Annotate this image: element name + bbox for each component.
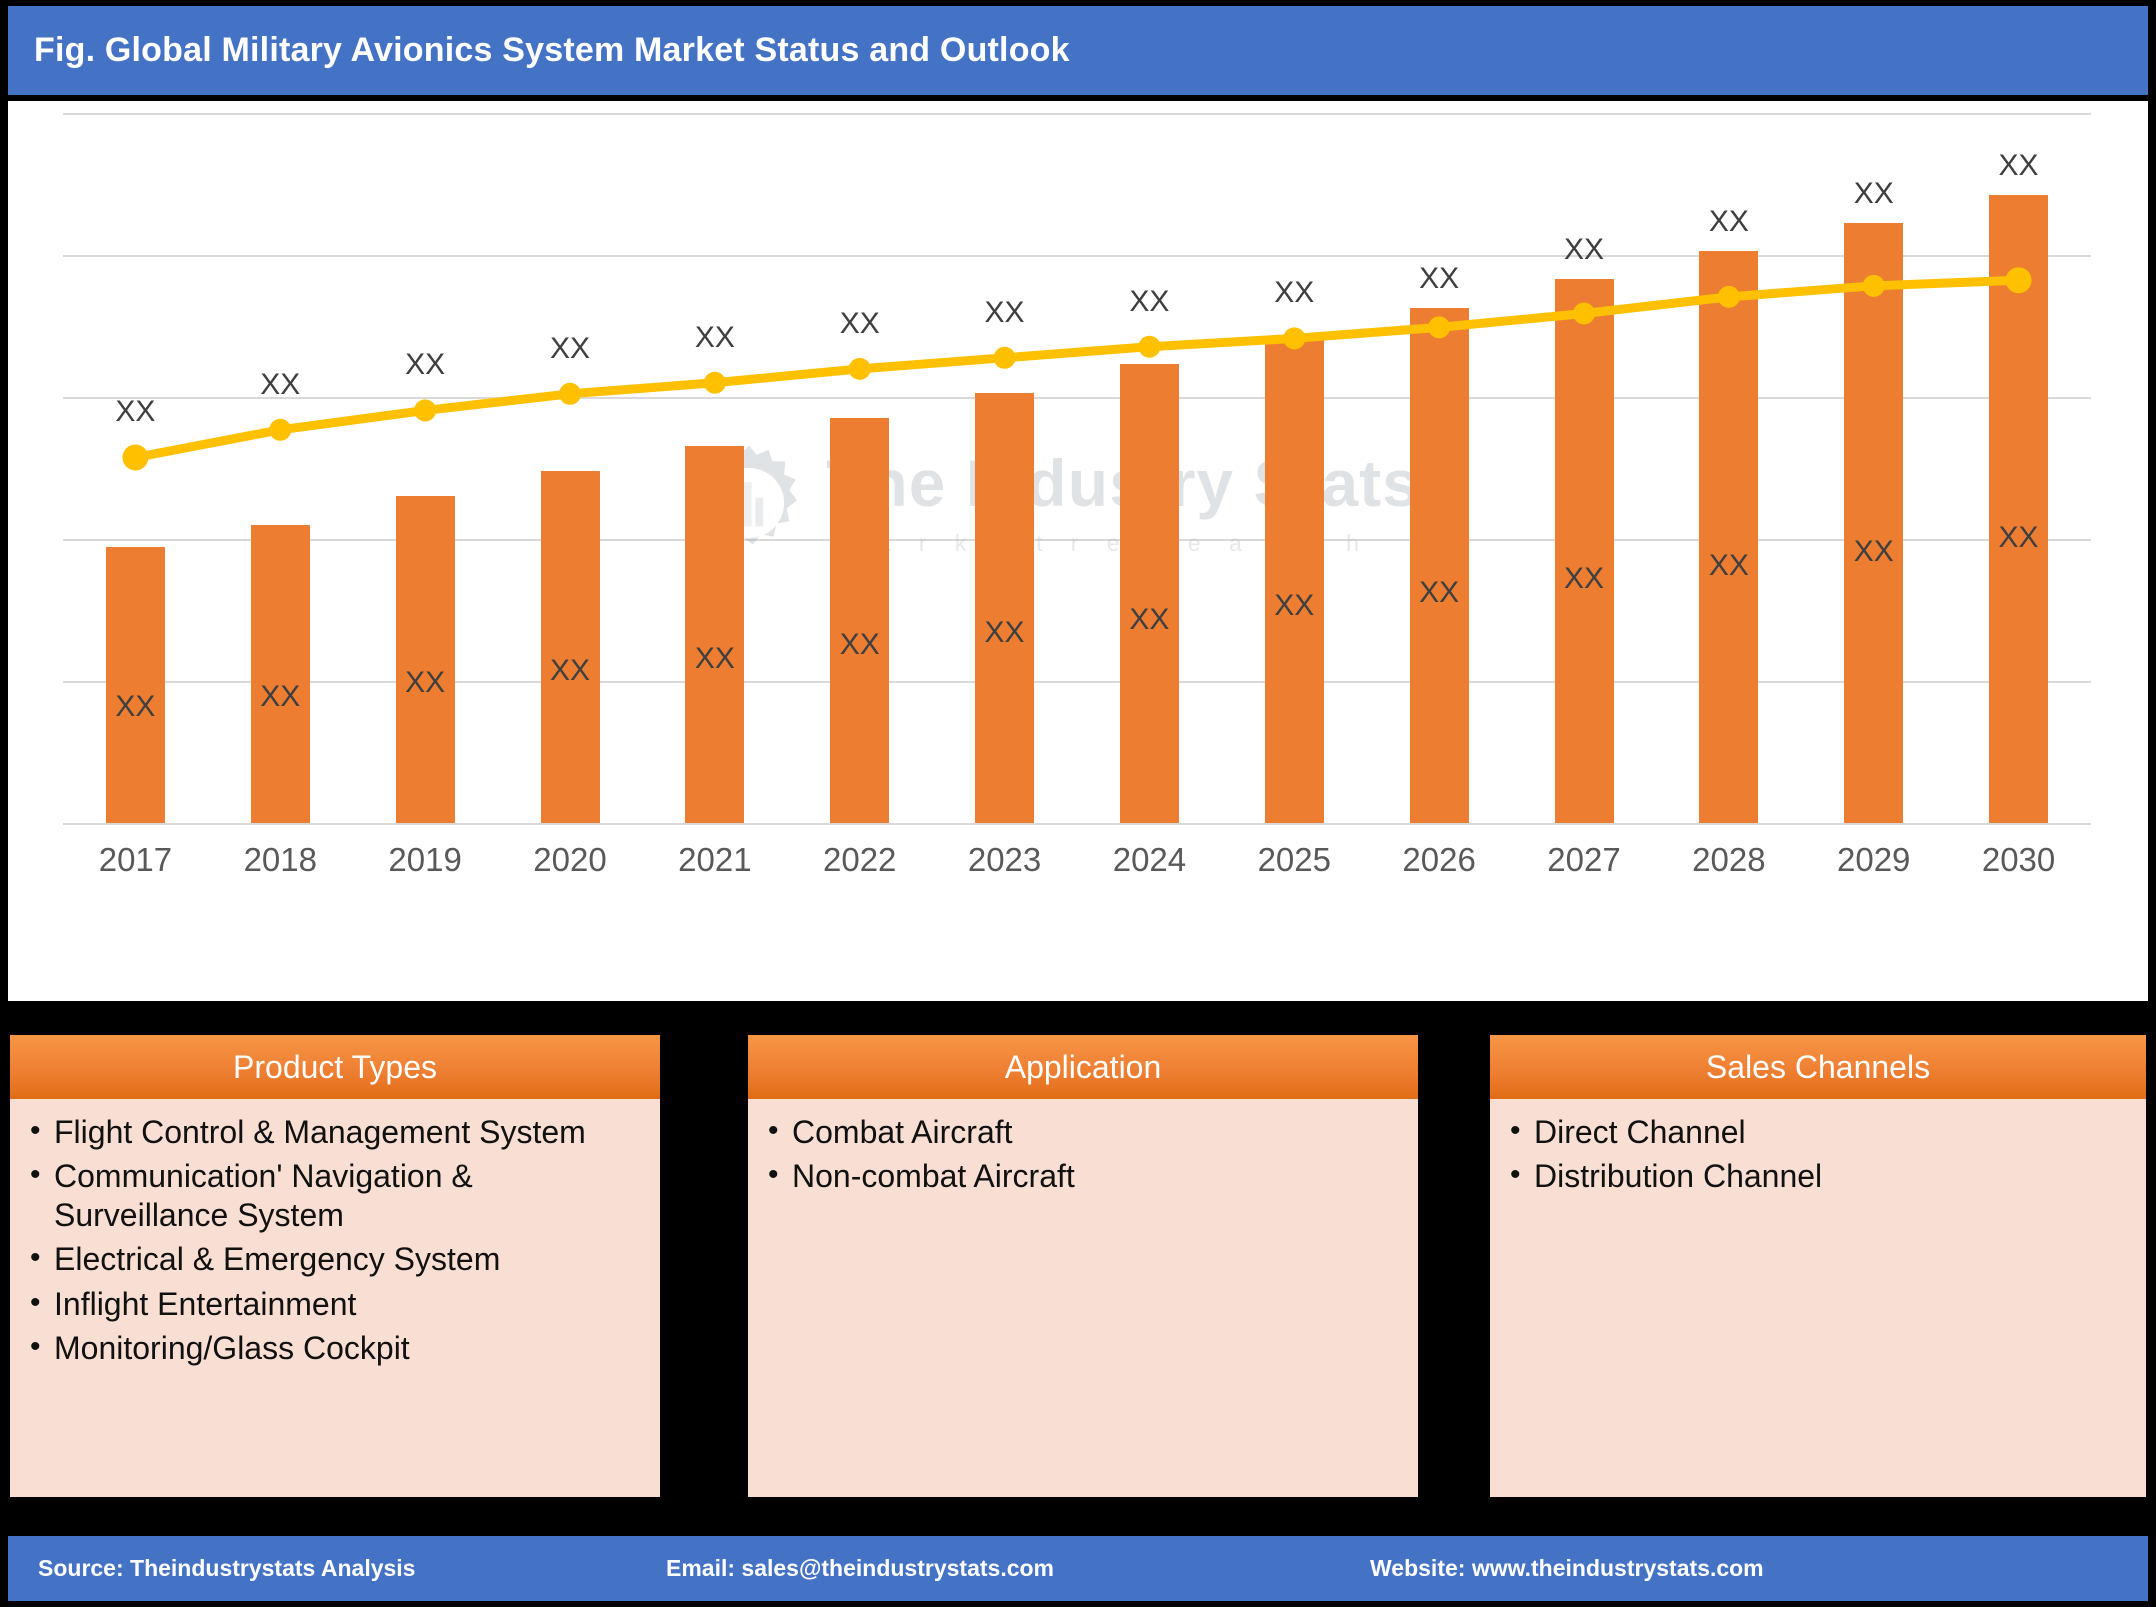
x-axis-tick: 2021 — [678, 841, 752, 878]
x-axis-tick: 2028 — [1692, 841, 1766, 878]
bar-data-label: XX — [1419, 575, 1460, 609]
x-axis: 2017 2018 2019 2020 2021 2022 2023 2024 2025 2026… — [63, 841, 2091, 901]
x-axis-tick: 2017 — [98, 841, 173, 878]
card-header-label: Sales Channels — [1705, 1048, 1931, 1085]
list-item: Distribution Channel — [1508, 1157, 2128, 1195]
card-header: Application — [748, 1035, 1418, 1099]
segment-card: Sales Channels Direct Channel Distribution… — [1490, 1035, 2146, 1497]
x-axis-tick: 2026 — [1402, 841, 1476, 878]
infographic-page: Fig. Global Military Avionics System Mar… — [0, 0, 2156, 1607]
list-item: Electrical & Emergency System — [28, 1240, 642, 1278]
card-body: Direct Channel Distribution Channel — [1490, 1099, 2146, 1497]
card-header-label: Product Types — [233, 1048, 437, 1085]
bar-data-label: XX — [260, 679, 301, 713]
bar-data-label: XX — [984, 616, 1025, 650]
bar-data-label: XX — [1129, 602, 1170, 636]
footer-website: Website: www.theindustrystats.com — [1370, 1555, 1764, 1581]
bar-data-label: XX — [1563, 562, 1605, 596]
line-data-label: XX — [1563, 233, 1605, 267]
x-axis-tick: 2027 — [1547, 841, 1621, 878]
x-axis-tick: 2025 — [1257, 841, 1331, 878]
list-item: Monitoring/Glass Cockpit — [28, 1329, 642, 1367]
line-data-label: XX — [1853, 176, 1894, 210]
bar-data-label: XX — [694, 642, 735, 676]
line-data-label: XX — [1419, 261, 1460, 295]
line-data-label: XX — [694, 320, 735, 354]
chart-panel: The Industry Stats m a r k e t r e s e a… — [8, 101, 2148, 1001]
bar-data-label: XX — [1998, 521, 2039, 555]
list-item: Inflight Entertainment — [28, 1285, 642, 1323]
plot-area: The Industry Stats m a r k e t r e s e a… — [63, 113, 2091, 825]
bar-data-label: XX — [549, 654, 591, 688]
bar-data-label: XX — [839, 628, 880, 662]
line-data-label: XX — [1274, 276, 1315, 310]
line-data-label: XX — [405, 348, 446, 382]
title-bar: Fig. Global Military Avionics System Mar… — [8, 6, 2148, 95]
x-axis-tick: 2029 — [1836, 841, 1911, 878]
page-title: Fig. Global Military Avionics System Mar… — [34, 31, 1070, 69]
bar-data-label: XX — [405, 666, 446, 700]
line-data-label: XX — [984, 295, 1025, 329]
line-data-label: XX — [839, 306, 880, 340]
x-axis-tick: 2030 — [1981, 841, 2056, 878]
line-data-label: XX — [115, 395, 156, 429]
list-item: Direct Channel — [1508, 1113, 2128, 1151]
x-axis-tick: 2022 — [822, 841, 897, 878]
footer-bar: Source: Theindustrystats Analysis Email:… — [8, 1536, 2148, 1601]
list-item: Communication' Navigation & Surveillance… — [28, 1157, 642, 1234]
x-axis-tick: 2018 — [243, 841, 317, 878]
card-header: Sales Channels — [1490, 1035, 2146, 1099]
list-item: Non-combat Aircraft — [766, 1157, 1400, 1195]
x-axis-tick: 2023 — [967, 841, 1042, 878]
card-list: Combat Aircraft Non-combat Aircraft — [766, 1113, 1400, 1196]
bar-data-label: XX — [115, 690, 156, 724]
card-list: Direct Channel Distribution Channel — [1508, 1113, 2128, 1196]
card-body: Flight Control & Management System Commun… — [10, 1099, 660, 1497]
data-labels: XX XX XX XX XX XX XX XX XX XX XX XX XX XX XX XX XX XX XX XX… — [63, 113, 2091, 823]
line-data-label: XX — [1708, 205, 1749, 239]
line-data-label: XX — [549, 331, 591, 365]
list-item: Flight Control & Management System — [28, 1113, 642, 1151]
bar-data-label: XX — [1853, 534, 1894, 568]
segment-cards: Product Types Flight Control & Management… — [0, 1035, 2156, 1510]
bar-data-label: XX — [1274, 589, 1315, 623]
x-axis-tick: 2024 — [1112, 841, 1187, 878]
gridline — [63, 823, 2091, 825]
x-axis-tick: 2020 — [533, 841, 607, 878]
card-body: Combat Aircraft Non-combat Aircraft — [748, 1099, 1418, 1497]
line-data-label: XX — [1998, 148, 2039, 182]
segment-card: Product Types Flight Control & Management… — [10, 1035, 660, 1497]
line-data-label: XX — [1129, 284, 1170, 318]
list-item: Combat Aircraft — [766, 1113, 1400, 1151]
x-axis-tick: 2019 — [388, 841, 462, 878]
footer-source: Source: Theindustrystats Analysis — [38, 1555, 416, 1581]
segment-card: Application Combat Aircraft Non-combat Air… — [748, 1035, 1418, 1497]
line-data-label: XX — [260, 367, 301, 401]
footer-email: Email: sales@theindustrystats.com — [666, 1555, 1055, 1581]
card-list: Flight Control & Management System Commun… — [28, 1113, 642, 1367]
card-header-label: Application — [1004, 1048, 1162, 1085]
bar-data-label: XX — [1708, 548, 1749, 582]
card-header: Product Types — [10, 1035, 660, 1099]
